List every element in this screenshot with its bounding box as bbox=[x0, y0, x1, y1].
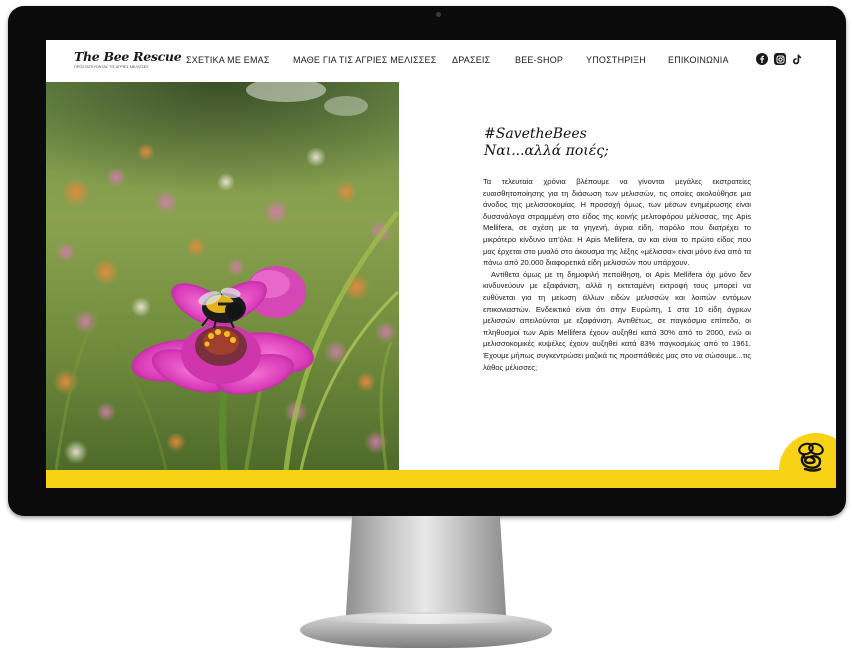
site-logo[interactable]: The Bee Rescue ΠΡΟΣΤΑΤΕΥΟΝΤΑΣ ΤΙΣ ΑΓΡΙΕΣ… bbox=[74, 49, 184, 75]
logo-text: The Bee Rescue bbox=[74, 49, 182, 64]
top-navigation: The Bee Rescue ΠΡΟΣΤΑΤΕΥΟΝΤΑΣ ΤΙΣ ΑΓΡΙΕΣ… bbox=[46, 40, 836, 82]
footer-accent-bar bbox=[46, 470, 836, 488]
article-subheading: Ναι...αλλά ποιές; bbox=[484, 143, 609, 159]
article-body: Τα τελευταία χρόνια βλέπουμε να γίνονται… bbox=[483, 176, 751, 373]
stand-highlight bbox=[320, 614, 532, 624]
article-paragraph: Τα τελευταία χρόνια βλέπουμε να γίνονται… bbox=[483, 177, 751, 268]
monitor-stand-neck bbox=[345, 516, 507, 624]
webcam-dot bbox=[436, 12, 441, 17]
bee-logo-icon bbox=[794, 441, 828, 475]
tiktok-icon[interactable] bbox=[791, 53, 803, 65]
nav-item-bee-shop[interactable]: BEE-SHOP bbox=[515, 55, 563, 65]
website-viewport: The Bee Rescue ΠΡΟΣΤΑΤΕΥΟΝΤΑΣ ΤΙΣ ΑΓΡΙΕΣ… bbox=[46, 40, 836, 488]
nav-item-learn-wild-bees[interactable]: ΜΑΘΕ ΓΙΑ ΤΙΣ ΑΓΡΙΕΣ ΜΕΛΙΣΣΕΣ bbox=[293, 55, 437, 65]
instagram-icon[interactable] bbox=[774, 53, 786, 65]
article-paragraph: Αντίθετα όμως με τη δημοφιλή πεποίθηση, … bbox=[483, 269, 751, 372]
nav-item-actions[interactable]: ΔΡΑΣΕΙΣ bbox=[452, 55, 490, 65]
monitor-bezel: The Bee Rescue ΠΡΟΣΤΑΤΕΥΟΝΤΑΣ ΤΙΣ ΑΓΡΙΕΣ… bbox=[8, 6, 846, 516]
facebook-icon[interactable] bbox=[756, 53, 768, 65]
bee-on-flower-photo bbox=[46, 82, 399, 470]
nav-item-contact[interactable]: ΕΠΙΚΟΙΝΩΝΙΑ bbox=[668, 55, 729, 65]
logo-tagline: ΠΡΟΣΤΑΤΕΥΟΝΤΑΣ ΤΙΣ ΑΓΡΙΕΣ ΜΕΛΙΣΣΕΣ bbox=[74, 65, 149, 69]
nav-item-support[interactable]: ΥΠΟΣΤΗΡΙΞΗ bbox=[586, 55, 646, 65]
article-hashtag: #SavetheBees bbox=[484, 126, 587, 142]
nav-item-about[interactable]: ΣΧΕΤΙΚΑ ΜΕ ΕΜΑΣ bbox=[186, 55, 270, 65]
